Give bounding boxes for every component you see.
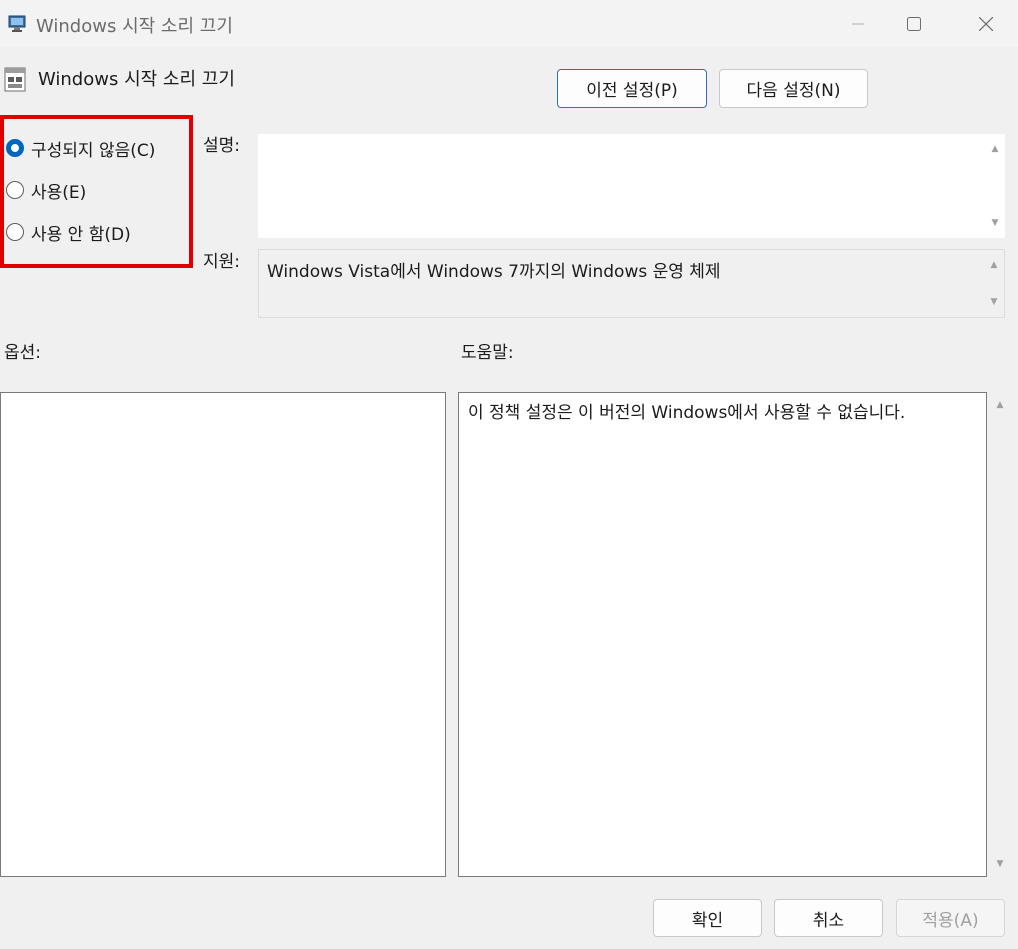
- radio-label: 사용 안 함(D): [31, 224, 131, 245]
- apply-button[interactable]: 적용(A): [896, 899, 1005, 937]
- close-icon: [979, 16, 993, 31]
- next-setting-button[interactable]: 다음 설정(N): [719, 69, 868, 108]
- close-button[interactable]: [954, 0, 1018, 47]
- previous-setting-button[interactable]: 이전 설정(P): [557, 69, 707, 108]
- options-panel: [0, 392, 446, 877]
- scroll-down-icon[interactable]: ▼: [984, 295, 1004, 309]
- scroll-up-icon[interactable]: ▲: [985, 142, 1005, 156]
- maximize-icon: [907, 16, 921, 31]
- policy-title: Windows 시작 소리 끄기: [38, 69, 235, 90]
- radio-unchecked-icon: [6, 223, 24, 241]
- policy-editor-icon: [8, 14, 28, 32]
- description-label: 설명:: [203, 136, 241, 156]
- ok-button[interactable]: 확인: [653, 899, 762, 937]
- minimize-button[interactable]: [826, 0, 890, 47]
- policy-setting-icon: [4, 67, 28, 93]
- scroll-up-icon[interactable]: ▲: [984, 258, 1004, 272]
- cancel-button[interactable]: 취소: [774, 899, 883, 937]
- scroll-up-icon[interactable]: ▲: [990, 398, 1010, 412]
- radio-enabled[interactable]: 사용(E): [6, 177, 86, 203]
- help-text: 이 정책 설정은 이 버전의 Windows에서 사용할 수 없습니다.: [468, 403, 906, 423]
- scroll-down-icon[interactable]: ▼: [985, 216, 1005, 230]
- description-scrollbar[interactable]: ▲ ▼: [985, 134, 1005, 238]
- supported-label: 지원:: [203, 252, 241, 272]
- radio-label: 구성되지 않음(C): [31, 140, 156, 161]
- radio-unchecked-icon: [6, 181, 24, 199]
- radio-label: 사용(E): [31, 182, 87, 203]
- radio-not-configured[interactable]: 구성되지 않음(C): [6, 135, 155, 161]
- scroll-down-icon[interactable]: ▼: [990, 857, 1010, 871]
- description-textbox[interactable]: ▲ ▼: [258, 134, 1005, 238]
- supported-text: Windows Vista에서 Windows 7까지의 Windows 운영 …: [267, 262, 721, 282]
- radio-disabled[interactable]: 사용 안 함(D): [6, 219, 131, 245]
- supported-textbox: Windows Vista에서 Windows 7까지의 Windows 운영 …: [258, 249, 1005, 318]
- help-label: 도움말:: [461, 343, 514, 363]
- radio-checked-icon: [6, 139, 24, 157]
- maximize-button[interactable]: [882, 0, 946, 47]
- help-scrollbar[interactable]: ▲ ▼: [990, 392, 1010, 877]
- options-label: 옵션:: [4, 343, 42, 363]
- supported-scrollbar[interactable]: ▲ ▼: [984, 250, 1004, 317]
- window-title: Windows 시작 소리 끄기: [36, 16, 233, 37]
- minimize-icon: [852, 23, 864, 24]
- help-panel[interactable]: 이 정책 설정은 이 버전의 Windows에서 사용할 수 없습니다.: [458, 392, 987, 877]
